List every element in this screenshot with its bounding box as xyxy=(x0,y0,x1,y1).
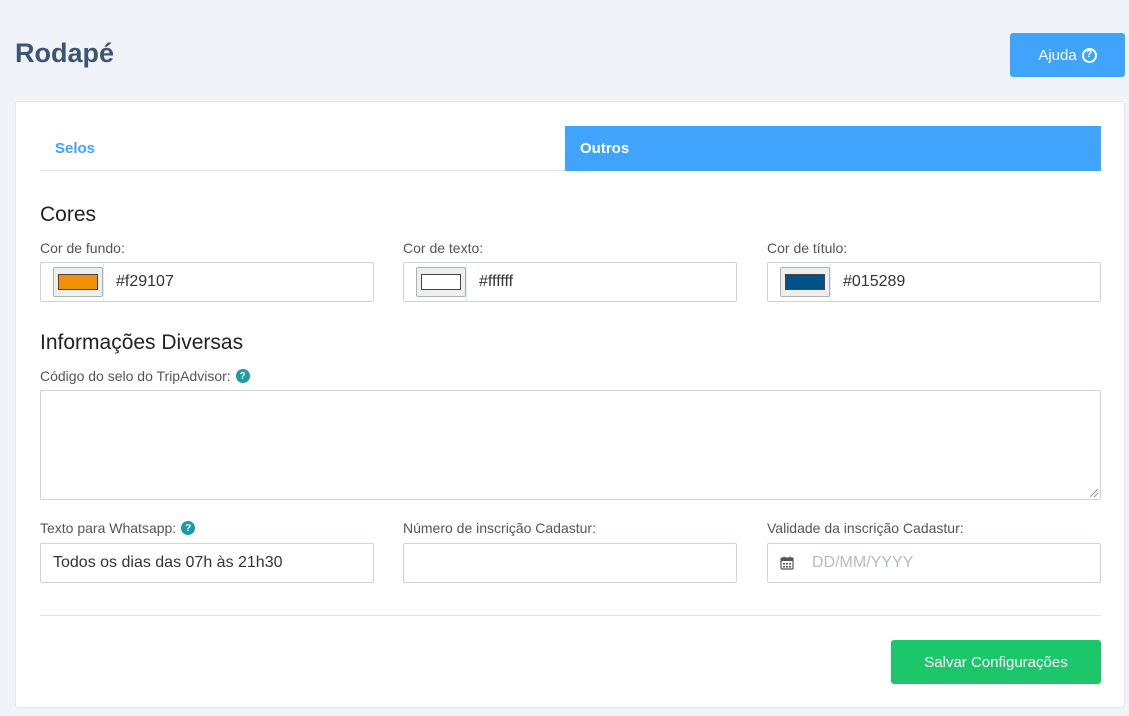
help-info-icon[interactable]: ? xyxy=(181,521,196,535)
tab-bar: Selos Outros xyxy=(40,126,1101,171)
tab-outros[interactable]: Outros xyxy=(565,126,1101,171)
title-color-label: Cor de título: xyxy=(767,240,848,256)
background-color-input[interactable]: #f29107 xyxy=(103,263,373,301)
whatsapp-label-row: Texto para Whatsapp: ? xyxy=(40,520,196,536)
settings-card: Selos Outros Cores Cor de fundo: #f29107… xyxy=(15,101,1125,708)
tripadvisor-label-row: Código do selo do TripAdvisor: ? xyxy=(40,368,250,384)
text-color-label: Cor de texto: xyxy=(403,240,484,256)
whatsapp-label: Texto para Whatsapp: xyxy=(40,520,177,536)
text-color-input[interactable]: #ffffff xyxy=(466,263,736,301)
background-color-swatch xyxy=(58,274,98,290)
calendar-icon xyxy=(780,556,794,570)
cadastur-validity-label: Validade da inscrição Cadastur: xyxy=(767,520,964,536)
background-color-field: #f29107 xyxy=(40,262,374,302)
section-title-cores: Cores xyxy=(40,203,97,226)
help-button[interactable]: Ajuda ? xyxy=(1010,33,1125,77)
help-info-icon[interactable]: ? xyxy=(235,369,250,383)
divider xyxy=(40,615,1101,616)
title-color-input[interactable]: #015289 xyxy=(830,263,1100,301)
cadastur-number-input[interactable] xyxy=(403,543,737,583)
text-color-picker[interactable] xyxy=(416,267,466,297)
save-settings-button[interactable]: Salvar Configurações xyxy=(891,640,1101,684)
cadastur-number-label: Número de inscrição Cadastur: xyxy=(403,520,596,536)
tripadvisor-label: Código do selo do TripAdvisor: xyxy=(40,368,231,384)
tripadvisor-code-textarea[interactable] xyxy=(40,390,1101,500)
tab-selos[interactable]: Selos xyxy=(40,126,565,171)
text-color-field: #ffffff xyxy=(403,262,737,302)
section-title-informacoes: Informações Diversas xyxy=(40,331,244,354)
date-placeholder: DD/MM/YYYY xyxy=(812,554,914,571)
title-color-swatch xyxy=(785,274,825,290)
text-color-swatch xyxy=(421,274,461,290)
page-title: Rodapé xyxy=(15,38,115,68)
background-color-picker[interactable] xyxy=(53,267,103,297)
resize-handle-icon[interactable] xyxy=(1090,489,1098,497)
title-color-field: #015289 xyxy=(767,262,1101,302)
whatsapp-text-input[interactable]: Todos os dias das 07h às 21h30 xyxy=(40,543,374,583)
background-color-label: Cor de fundo: xyxy=(40,240,125,256)
cadastur-validity-input[interactable]: DD/MM/YYYY xyxy=(767,543,1101,583)
title-color-picker[interactable] xyxy=(780,267,830,297)
question-circle-icon: ? xyxy=(1081,47,1097,63)
help-button-label: Ajuda xyxy=(1038,46,1077,64)
